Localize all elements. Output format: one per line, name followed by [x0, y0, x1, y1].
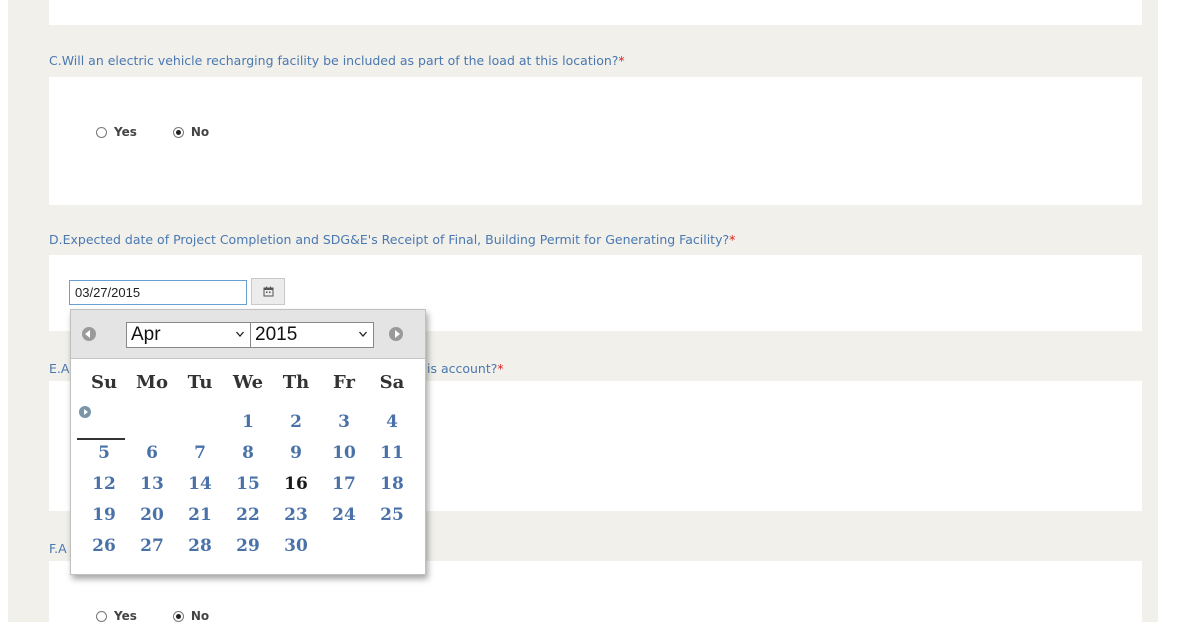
radio-option-no[interactable]: No	[172, 609, 209, 623]
weekday-label: Tu	[187, 371, 213, 393]
prev-month-icon[interactable]	[82, 327, 96, 341]
day-cell[interactable]: 4	[368, 412, 416, 432]
day-cell[interactable]: 5	[80, 443, 128, 463]
radio-option-no[interactable]: No	[172, 125, 209, 139]
week-row: 1 2 3 4	[71, 406, 425, 437]
required-mark: *	[497, 361, 504, 376]
day-cell[interactable]: 29	[224, 536, 272, 556]
datepicker-popup: Apr 2015 Su Mo Tu We Th Fr Sa 1 2 3 4 5 …	[70, 309, 426, 575]
calendar-grid: Su Mo Tu We Th Fr Sa 1 2 3 4 5 6 7 8 9 1…	[71, 358, 425, 561]
weekday-label: We	[232, 371, 264, 393]
weekday-label: Sa	[379, 371, 405, 393]
calendar-icon	[263, 286, 273, 297]
day-cell[interactable]: 30	[272, 536, 320, 556]
radio-option-yes[interactable]: Yes	[96, 125, 137, 139]
year-select[interactable]: 2015	[250, 322, 374, 348]
radio-option-yes[interactable]: Yes	[96, 609, 137, 623]
week-row: 26 27 28 29 30	[71, 530, 425, 561]
week-row: 19 20 21 22 23 24 25	[71, 499, 425, 530]
week-underline	[77, 438, 125, 440]
day-cell[interactable]: 18	[368, 474, 416, 494]
radio-group-c: Yes No	[96, 125, 245, 139]
day-cell[interactable]: 13	[128, 474, 176, 494]
day-cell[interactable]: 9	[272, 443, 320, 463]
radio-no[interactable]	[172, 610, 184, 622]
weekday-label: Th	[282, 371, 310, 393]
week-row: 12 13 14 15 16 17 18	[71, 468, 425, 499]
weekday-label: Fr	[333, 371, 355, 393]
day-cell[interactable]: 10	[320, 443, 368, 463]
radio-group-f: Yes No	[96, 609, 245, 623]
question-c: C.Will an electric vehicle recharging fa…	[49, 53, 625, 68]
next-month-icon[interactable]	[389, 327, 403, 341]
month-select[interactable]: Apr	[126, 322, 251, 348]
chevron-down-icon	[236, 331, 244, 337]
day-cell[interactable]: 20	[128, 505, 176, 525]
date-input[interactable]	[69, 280, 247, 305]
day-cell[interactable]: 17	[320, 474, 368, 494]
datepicker-header: Apr 2015	[71, 310, 425, 359]
day-cell[interactable]: 3	[320, 412, 368, 432]
day-cell[interactable]: 1	[224, 412, 272, 432]
weekday-label: Mo	[136, 371, 168, 393]
chevron-down-icon	[359, 331, 367, 337]
day-cell[interactable]: 6	[128, 443, 176, 463]
day-cell[interactable]: 12	[80, 474, 128, 494]
day-cell[interactable]: 14	[176, 474, 224, 494]
required-mark: *	[729, 232, 736, 247]
day-cell[interactable]: 23	[272, 505, 320, 525]
answer-card-top	[49, 0, 1142, 25]
answer-card-c: Yes No	[49, 77, 1142, 205]
day-cell[interactable]: 19	[80, 505, 128, 525]
radio-no[interactable]	[172, 126, 184, 138]
required-mark: *	[618, 53, 625, 68]
day-cell[interactable]: 27	[128, 536, 176, 556]
day-cell[interactable]: 7	[176, 443, 224, 463]
weekday-header: Su Mo Tu We Th Fr Sa	[71, 358, 425, 406]
day-cell-today[interactable]: 16	[272, 474, 320, 494]
day-cell[interactable]: 24	[320, 505, 368, 525]
question-e: E.A	[49, 361, 70, 376]
day-cell[interactable]: 11	[368, 443, 416, 463]
day-cell[interactable]: 2	[272, 412, 320, 432]
day-cell[interactable]: 28	[176, 536, 224, 556]
day-cell[interactable]: 21	[176, 505, 224, 525]
question-e-end: is account?*	[427, 361, 504, 376]
week-select-icon[interactable]	[79, 406, 91, 418]
day-cell[interactable]: 15	[224, 474, 272, 494]
radio-yes[interactable]	[96, 126, 107, 138]
radio-yes[interactable]	[96, 610, 107, 622]
day-cell[interactable]: 8	[224, 443, 272, 463]
week-row: 5 6 7 8 9 10 11	[71, 437, 425, 468]
question-d: D.Expected date of Project Completion an…	[49, 232, 736, 247]
calendar-button[interactable]	[251, 278, 285, 305]
question-f: F.A	[49, 541, 67, 556]
day-cell[interactable]: 22	[224, 505, 272, 525]
day-cell[interactable]: 26	[80, 536, 128, 556]
day-cell[interactable]: 25	[368, 505, 416, 525]
weekday-label: Su	[90, 371, 118, 393]
